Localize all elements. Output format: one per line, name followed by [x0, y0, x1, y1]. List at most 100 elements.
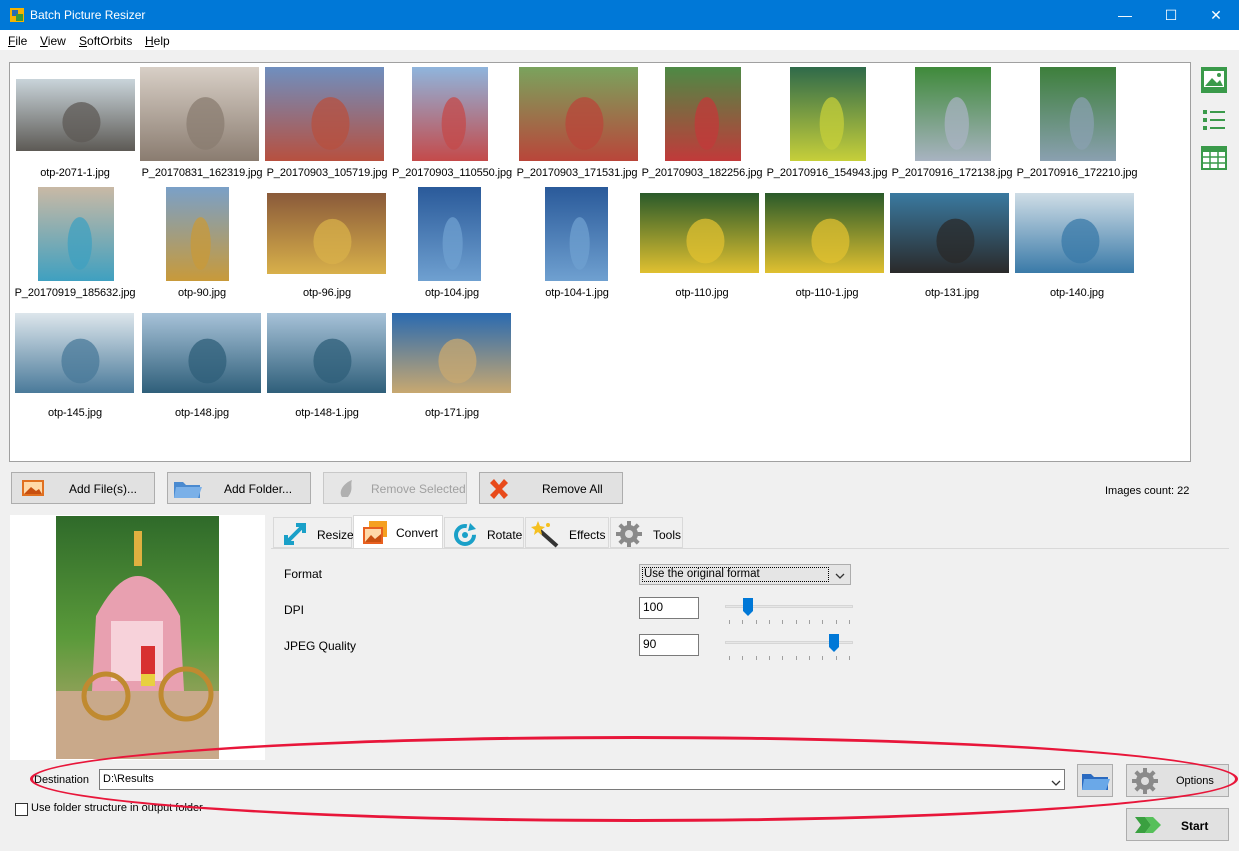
gallery-thumbnail[interactable]: otp-148-1.jpg — [265, 306, 389, 426]
dpi-label: DPI — [284, 603, 305, 617]
slider-tick — [849, 620, 850, 624]
preview-panel — [10, 515, 265, 760]
tab-rotate[interactable]: Rotate — [444, 517, 524, 548]
gallery-thumbnail[interactable]: otp-110-1.jpg — [765, 186, 889, 306]
thumbnail-filename: otp-90.jpg — [178, 287, 226, 299]
gallery-thumbnail[interactable]: otp-96.jpg — [265, 186, 389, 306]
thumbnail-filename: P_20170903_105719.jpg — [266, 167, 388, 179]
slider-tick — [742, 620, 743, 624]
thumbnail-filename: otp-104-1.jpg — [545, 287, 609, 299]
dpi-slider-thumb[interactable] — [743, 598, 753, 616]
thumbnail-filename: P_20170831_162319.jpg — [141, 167, 263, 179]
slider-tick — [836, 656, 837, 660]
folder-structure-label: Use folder structure in output folder — [31, 802, 203, 814]
thumbnail-image — [412, 67, 488, 161]
thumbnail-filename: otp-2071-1.jpg — [40, 167, 110, 179]
thumbnail-image — [1040, 67, 1116, 161]
thumbnail-filename: P_20170916_172138.jpg — [891, 167, 1013, 179]
gallery-thumbnail[interactable]: otp-171.jpg — [390, 306, 514, 426]
thumbnail-filename: otp-104.jpg — [425, 287, 479, 299]
thumbnail-image — [890, 193, 1009, 273]
eraser-icon — [336, 477, 360, 504]
table-view-icon[interactable] — [1200, 144, 1228, 172]
thumbnail-image — [140, 67, 259, 161]
format-select[interactable]: Use the original format — [639, 564, 851, 585]
tab-convert[interactable]: Convert — [353, 515, 443, 549]
remove-selected-button[interactable]: Remove Selected — [323, 472, 467, 504]
gallery-thumbnail[interactable]: otp-145.jpg — [13, 306, 137, 426]
tab-tools[interactable]: Tools — [610, 517, 683, 548]
add-folder-button[interactable]: Add Folder... — [167, 472, 311, 504]
gallery-thumbnail[interactable]: P_20170916_172138.jpg — [890, 66, 1014, 186]
thumbnail-filename: otp-110.jpg — [675, 287, 729, 299]
slider-tick — [782, 656, 783, 660]
thumbnail-filename: otp-171.jpg — [425, 407, 479, 419]
slider-tick — [796, 656, 797, 660]
browse-folder-button[interactable] — [1077, 764, 1113, 797]
minimize-button[interactable]: — — [1102, 0, 1148, 30]
menu-softorbits[interactable]: SoftOrbits — [79, 34, 132, 48]
magic-wand-icon — [531, 520, 561, 551]
gallery-thumbnail[interactable]: P_20170903_105719.jpg — [265, 66, 389, 186]
thumbnail-filename: P_20170919_185632.jpg — [14, 287, 136, 299]
slider-tick — [769, 620, 770, 624]
gallery-thumbnail[interactable]: P_20170903_110550.jpg — [390, 66, 514, 186]
gallery-thumbnail[interactable]: otp-90.jpg — [140, 186, 264, 306]
slider-tick — [729, 620, 730, 624]
gallery-thumbnail[interactable]: P_20170903_182256.jpg — [640, 66, 764, 186]
tab-resize[interactable]: Resize — [273, 517, 354, 548]
start-button[interactable]: Start — [1126, 808, 1229, 841]
gallery-thumbnail[interactable]: otp-2071-1.jpg — [13, 66, 137, 186]
slider-tick — [822, 620, 823, 624]
gallery-thumbnail[interactable]: otp-148.jpg — [140, 306, 264, 426]
thumbnail-image — [392, 313, 511, 393]
gallery-thumbnail[interactable]: otp-104.jpg — [390, 186, 514, 306]
remove-all-button[interactable]: Remove All — [479, 472, 623, 504]
gallery-thumbnail[interactable]: P_20170916_172210.jpg — [1015, 66, 1139, 186]
gallery-thumbnail[interactable]: P_20170919_185632.jpg — [13, 186, 137, 306]
thumbnail-image — [915, 67, 991, 161]
gallery-thumbnail[interactable]: otp-104-1.jpg — [515, 186, 639, 306]
thumbnail-filename: P_20170903_171531.jpg — [516, 167, 638, 179]
menu-file[interactable]: File — [8, 34, 27, 48]
destination-combobox[interactable]: D:\Results — [99, 769, 1065, 790]
slider-tick — [822, 656, 823, 660]
gallery-thumbnail[interactable]: otp-110.jpg — [640, 186, 764, 306]
dpi-slider[interactable] — [725, 598, 853, 624]
maximize-button[interactable]: ☐ — [1148, 0, 1194, 30]
jpeg-quality-slider[interactable] — [725, 634, 853, 660]
slider-tick — [729, 656, 730, 660]
gallery-thumbnail[interactable]: otp-131.jpg — [890, 186, 1014, 306]
jpeg-quality-input[interactable]: 90 — [639, 634, 699, 656]
convert-icon — [361, 520, 389, 549]
add-image-icon — [21, 478, 45, 501]
thumbnail-image — [545, 187, 608, 281]
destination-value: D:\Results — [103, 773, 154, 785]
close-button[interactable]: ✕ — [1193, 0, 1239, 30]
gallery-thumbnail[interactable]: P_20170903_171531.jpg — [515, 66, 639, 186]
images-count: Images count: 22 — [1105, 485, 1190, 497]
gallery-thumbnail[interactable]: P_20170831_162319.jpg — [140, 66, 264, 186]
tab-effects[interactable]: Effects — [525, 517, 609, 548]
menu-help[interactable]: Help — [145, 34, 170, 48]
folder-structure-checkbox[interactable] — [15, 803, 28, 816]
add-files-button[interactable]: Add File(s)... — [11, 472, 155, 504]
image-gallery[interactable]: otp-2071-1.jpg P_20170831_162319.jpg P_201… — [9, 62, 1191, 462]
menu-view[interactable]: View — [40, 34, 66, 48]
slider-tick — [756, 656, 757, 660]
dpi-input[interactable]: 100 — [639, 597, 699, 619]
thumbnail-image — [265, 67, 384, 161]
thumbnail-filename: otp-148-1.jpg — [295, 407, 359, 419]
list-view-icon[interactable] — [1200, 106, 1228, 134]
gallery-thumbnail[interactable]: otp-140.jpg — [1015, 186, 1139, 306]
thumbnail-filename: otp-140.jpg — [1050, 287, 1104, 299]
slider-tick — [836, 620, 837, 624]
chevron-down-icon[interactable] — [1051, 776, 1061, 790]
thumbnail-image — [519, 67, 638, 161]
thumbnail-view-icon[interactable] — [1200, 66, 1228, 94]
options-button[interactable]: Options — [1126, 764, 1229, 797]
thumbnail-filename: otp-110-1.jpg — [795, 287, 859, 299]
jpeg-slider-thumb[interactable] — [829, 634, 839, 652]
thumbnail-filename: P_20170903_182256.jpg — [641, 167, 763, 179]
gallery-thumbnail[interactable]: P_20170916_154943.jpg — [765, 66, 889, 186]
